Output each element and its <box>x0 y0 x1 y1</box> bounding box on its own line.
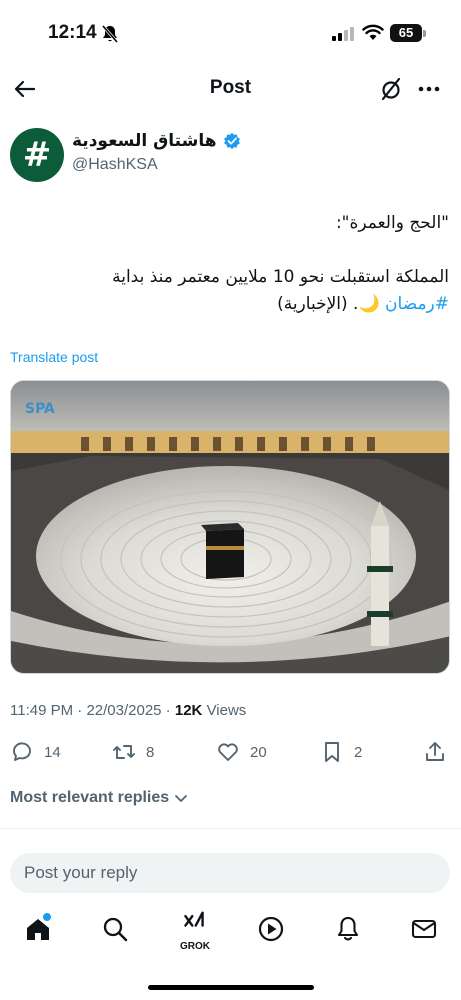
author-name-row[interactable]: هاشتاق السعودية <box>72 131 241 151</box>
heart-icon <box>218 743 238 761</box>
author-handle: @HashKSA <box>72 156 158 173</box>
status-time: 12:14 <box>48 22 97 43</box>
share-icon <box>426 742 444 761</box>
divider <box>0 828 461 829</box>
post-text-line-3-rest: . (الإخبارية) <box>277 294 359 314</box>
share-button[interactable] <box>423 740 447 764</box>
author-display-name: هاشتاق السعودية <box>72 131 217 151</box>
replies-sort-dropdown[interactable]: Most relevant replies <box>10 789 189 807</box>
status-bar: 12:14 65 <box>0 0 461 64</box>
replies-sort-label: Most relevant replies <box>10 789 170 806</box>
bookmark-count: 2 <box>354 743 363 761</box>
post-text-line-1: "الحج والعمرة": <box>335 213 449 233</box>
post-text-gap <box>9 237 449 264</box>
post-text-line-2: المملكة استقبلت نحو 10 ملايين معتمر منذ … <box>112 267 449 287</box>
repost-icon <box>113 745 135 759</box>
reply-input[interactable]: Post your reply <box>10 853 450 893</box>
play-circle-icon <box>258 916 284 942</box>
tab-grok[interactable]: GROK <box>179 911 210 952</box>
bell-slash-icon <box>101 25 119 43</box>
chevron-down-icon <box>175 795 188 802</box>
repost-button[interactable]: 8 <box>112 740 154 764</box>
reply-placeholder: Post your reply <box>24 863 138 882</box>
reply-count: 14 <box>44 743 61 761</box>
bell-icon <box>337 916 359 941</box>
battery-tip <box>423 30 426 37</box>
post-text: "الحج والعمرة": المملكة استقبلت نحو 10 م… <box>9 210 449 318</box>
bookmark-button[interactable]: 2 <box>320 740 362 764</box>
post-author[interactable]: # هاشتاق السعودية @HashKSA <box>10 128 450 188</box>
post-text-line-3: #رمضان 🌙. (الإخبارية) <box>9 291 449 318</box>
tab-home[interactable] <box>24 913 54 945</box>
tab-videos[interactable] <box>257 915 287 945</box>
bottom-tab-bar: GROK <box>0 905 461 959</box>
avatar-glyph: # <box>22 135 52 175</box>
views-count: 12K <box>174 702 203 719</box>
cellular-signal-icon <box>332 27 354 41</box>
avatar[interactable]: # <box>10 128 64 182</box>
search-icon <box>103 917 128 942</box>
photo-watermark: SPA <box>25 401 55 417</box>
repost-count: 8 <box>146 743 155 761</box>
grok-icon[interactable] <box>378 76 404 102</box>
hashtag-link[interactable]: #رمضان <box>385 294 449 314</box>
post-actions: 14 8 20 2 <box>0 736 461 770</box>
grok-tab-label: GROK <box>180 941 210 952</box>
post-date: 22/03/2025 <box>86 702 162 719</box>
post-timestamp: 11:49 PM · 22/03/2025 · 12K Views <box>10 702 247 719</box>
translate-post-link[interactable]: Translate post <box>10 349 98 365</box>
like-count: 20 <box>250 743 267 761</box>
verified-badge-icon <box>223 132 240 150</box>
views-label: Views <box>206 702 247 719</box>
tab-messages[interactable] <box>410 915 440 945</box>
like-button[interactable]: 20 <box>216 740 267 764</box>
grok-logo-icon <box>184 911 204 927</box>
mail-icon <box>411 919 437 939</box>
post-image[interactable]: SPA <box>10 380 450 674</box>
home-indicator[interactable] <box>148 985 314 990</box>
reply-button[interactable]: 14 <box>10 740 61 764</box>
post-time: 11:49 PM <box>10 702 74 719</box>
reply-icon <box>13 742 31 761</box>
more-options-icon[interactable] <box>416 76 442 102</box>
battery-indicator: 65 <box>390 24 422 42</box>
wifi-icon <box>362 24 384 40</box>
tab-notifications[interactable] <box>334 915 364 945</box>
bookmark-icon <box>325 742 339 762</box>
notification-dot <box>43 913 51 921</box>
top-nav-bar: Post <box>0 64 461 114</box>
kaaba-photo: SPA <box>11 381 449 673</box>
moon-emoji: 🌙 <box>358 294 380 314</box>
tab-search[interactable] <box>101 915 131 945</box>
